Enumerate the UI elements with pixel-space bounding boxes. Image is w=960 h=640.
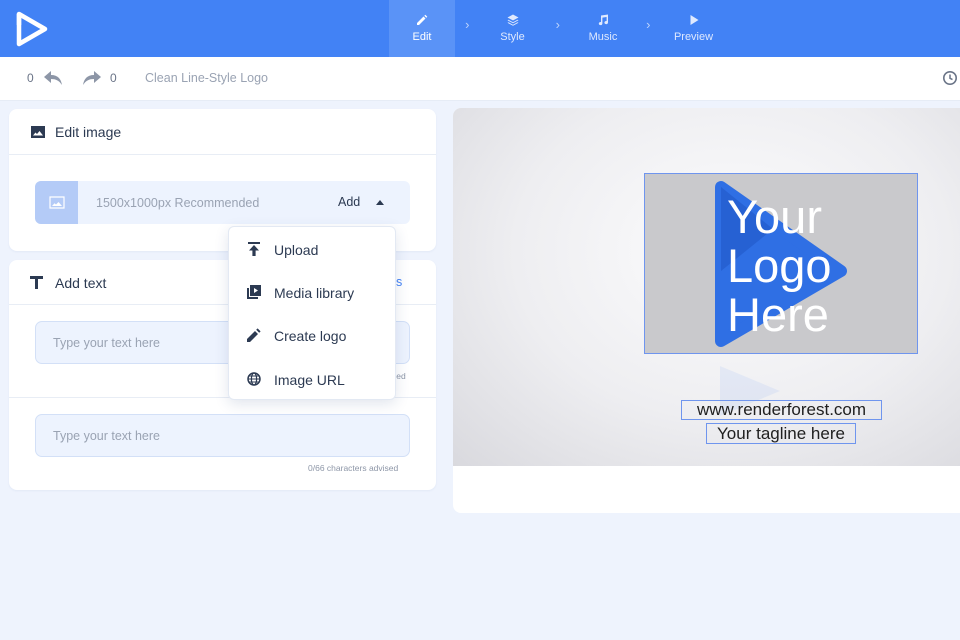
image-placeholder-thumb: [35, 181, 78, 224]
menu-item-label: Create logo: [274, 328, 347, 344]
renderforest-logo[interactable]: [14, 11, 50, 47]
globe-icon: [247, 372, 261, 386]
chevron-right-icon: ›: [465, 17, 470, 32]
step-music[interactable]: Music: [570, 0, 636, 57]
project-title: Clean Line-Style Logo: [145, 71, 268, 85]
add-text-title: Add text: [55, 275, 107, 291]
caret-up-icon[interactable]: [376, 200, 384, 205]
undo-count: 0: [27, 71, 34, 85]
redo-icon[interactable]: [82, 69, 102, 87]
tagline-text[interactable]: Your tagline here: [706, 423, 856, 444]
website-text[interactable]: www.renderforest.com: [681, 400, 882, 420]
redo-count: 0: [110, 71, 117, 85]
step-navigation: Edit › Style › Music › Preview: [389, 0, 727, 57]
clock-icon[interactable]: [942, 70, 958, 86]
image-size-hint: 1500x1000px Recommended: [96, 196, 260, 210]
menu-item-label: Media library: [274, 285, 355, 301]
preview-stage[interactable]: Your Logo Here www.renderforest.com Your…: [453, 108, 960, 466]
play-icon: [690, 15, 698, 25]
edit-image-title: Edit image: [55, 124, 122, 140]
step-label: Music: [588, 31, 618, 43]
pencil-icon: [247, 328, 261, 342]
preview-panel: Your Logo Here www.renderforest.com Your…: [453, 108, 960, 513]
top-bar: Edit › Style › Music › Preview: [0, 0, 960, 57]
step-label: Edit: [412, 31, 432, 43]
undo-icon[interactable]: [43, 69, 63, 87]
menu-item-media-library[interactable]: Media library: [229, 272, 397, 312]
add-image-dropdown: Upload Media library Create logo Image U…: [228, 226, 396, 400]
add-image-button[interactable]: Add: [338, 195, 360, 209]
logo-placeholder[interactable]: Your Logo Here: [644, 173, 918, 354]
menu-item-upload[interactable]: Upload: [229, 229, 397, 269]
text-icon: [30, 276, 43, 289]
step-label: Style: [500, 31, 525, 43]
media-library-icon: [247, 285, 261, 299]
pencil-icon: [417, 14, 428, 25]
menu-item-image-url[interactable]: Image URL: [229, 359, 397, 399]
menu-item-create-logo[interactable]: Create logo: [229, 315, 397, 355]
image-icon: [31, 126, 45, 138]
step-label: Preview: [673, 31, 714, 43]
menu-item-label: Upload: [274, 242, 319, 258]
chevron-right-icon: ›: [646, 17, 651, 32]
text-field-2-counter: 0/66 characters advised: [308, 463, 399, 473]
upload-icon: [248, 242, 260, 256]
image-placeholder-icon: [48, 196, 65, 209]
logo-placeholder-text: Your Logo Here: [727, 190, 832, 341]
text-field-2[interactable]: [35, 414, 410, 457]
chevron-right-icon: ›: [555, 17, 560, 32]
menu-item-label: Image URL: [274, 372, 345, 388]
image-upload-field[interactable]: 1500x1000px Recommended Add: [35, 181, 410, 224]
editor-toolbar: 0 0 Clean Line-Style Logo: [0, 57, 960, 101]
layers-icon: [507, 14, 518, 26]
music-note-icon: [598, 14, 609, 26]
edit-image-header: Edit image: [9, 109, 436, 155]
step-style[interactable]: Style: [480, 0, 546, 57]
step-edit[interactable]: Edit: [389, 0, 455, 57]
step-preview[interactable]: Preview: [661, 0, 727, 57]
